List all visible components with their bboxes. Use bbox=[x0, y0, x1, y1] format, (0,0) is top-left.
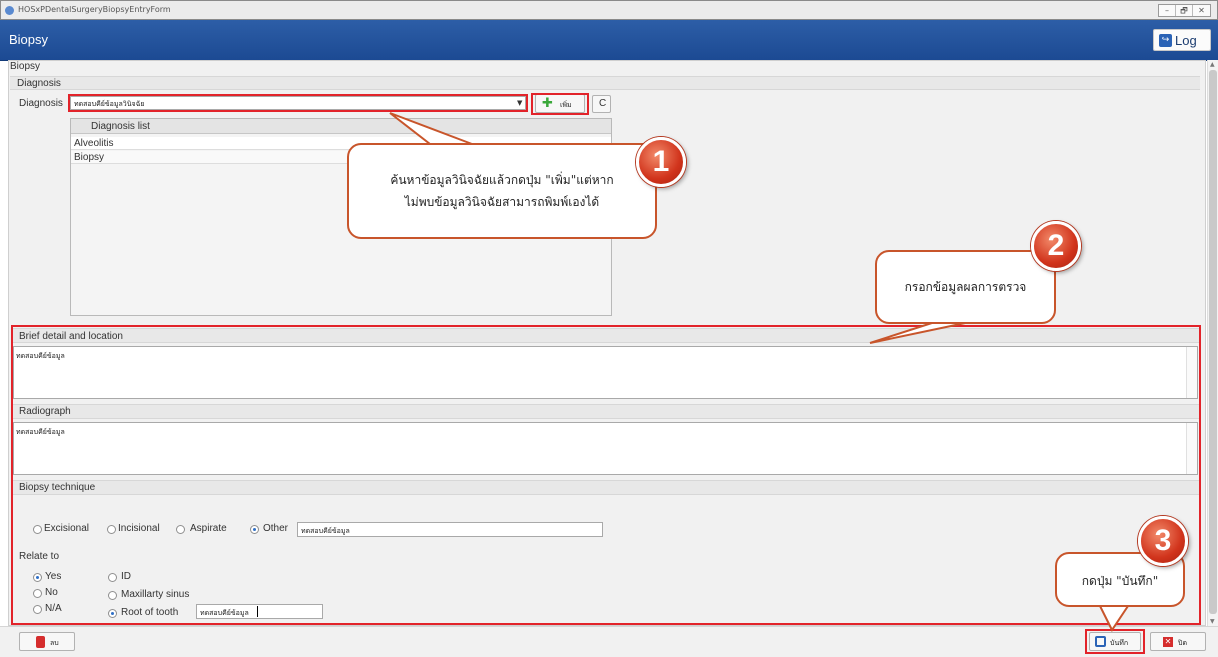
callout-1: ค้นหาข้อมูลวินิจฉัยแล้วกดปุ่ม "เพิ่ม"แต่… bbox=[347, 143, 657, 239]
callout-3-text: กดปุ่ม "บันทึก" bbox=[1081, 574, 1159, 588]
callout-1-line2: ไม่พบข้อมูลวินิจฉัยสามารถพิมพ์เองได้ bbox=[404, 195, 600, 209]
callout-2: กรอกข้อมูลผลการตรวจ bbox=[875, 250, 1056, 324]
step-badge-3: 3 bbox=[1138, 516, 1188, 566]
callout-tails bbox=[389, 112, 1130, 632]
step-badge-1: 1 bbox=[636, 137, 686, 187]
step-badge-2: 2 bbox=[1031, 221, 1081, 271]
callout-1-tail bbox=[389, 112, 473, 145]
callout-1-text: ค้นหาข้อมูลวินิจฉัยแล้วกดปุ่ม "เพิ่ม"แต่… bbox=[349, 169, 655, 213]
callout-1-line1: ค้นหาข้อมูลวินิจฉัยแล้วกดปุ่ม "เพิ่ม"แต่… bbox=[390, 173, 614, 187]
callout-3-tail bbox=[1098, 605, 1130, 632]
callout-2-text: กรอกข้อมูลผลการตรวจ bbox=[904, 280, 1027, 294]
callout-2-tail bbox=[869, 321, 971, 344]
